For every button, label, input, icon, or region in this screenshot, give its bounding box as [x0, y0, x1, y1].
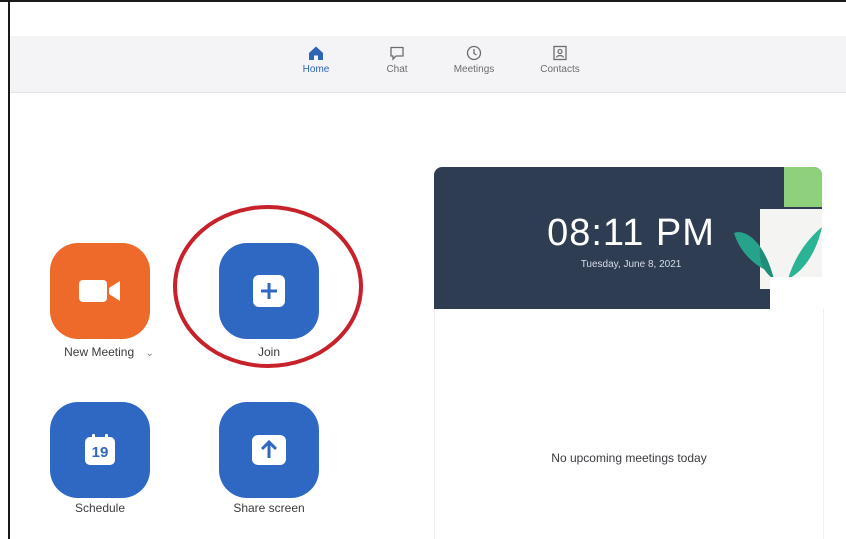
tab-meetings[interactable]: Meetings: [444, 44, 504, 75]
clock-card: 08:11 PM Tuesday, June 8, 2021: [434, 167, 822, 309]
highlight-circle: [173, 205, 363, 368]
clock-time: 08:11 PM: [547, 212, 715, 254]
schedule-label: Schedule: [74, 501, 126, 515]
upcoming-meetings-panel: No upcoming meetings today: [434, 309, 824, 539]
tab-meetings-label: Meetings: [453, 64, 495, 75]
video-camera-icon: [79, 280, 120, 302]
home-icon: [309, 46, 323, 60]
share-screen-label: Share screen: [233, 501, 305, 515]
tab-contacts-label: Contacts: [540, 64, 580, 75]
share-screen-button[interactable]: [219, 402, 319, 498]
plant-illustration: [734, 167, 822, 309]
new-meeting-label-row[interactable]: New Meeting ⌄: [44, 345, 174, 359]
top-nav-bar: Home Chat Meetings Contacts: [10, 36, 846, 93]
contacts-icon: [553, 45, 567, 61]
clock-date: Tuesday, June 8, 2021: [580, 259, 682, 270]
chevron-down-icon[interactable]: ⌄: [145, 348, 153, 359]
schedule-button[interactable]: 19: [50, 402, 150, 498]
tab-home[interactable]: Home: [286, 44, 346, 75]
share-screen-icon: [252, 435, 286, 465]
tab-home-label: Home: [302, 64, 330, 75]
window-top-border: [0, 0, 846, 2]
no-meetings-message: No upcoming meetings today: [551, 451, 707, 465]
tab-contacts[interactable]: Contacts: [530, 44, 590, 75]
calendar-day: 19: [91, 444, 109, 461]
chat-icon: [390, 46, 404, 61]
tab-chat[interactable]: Chat: [367, 44, 427, 75]
calendar-icon: 19: [82, 432, 118, 468]
clock-icon: [466, 45, 482, 61]
new-meeting-label: New Meeting: [64, 345, 135, 359]
tab-chat-label: Chat: [386, 64, 408, 75]
new-meeting-button[interactable]: [50, 243, 150, 339]
